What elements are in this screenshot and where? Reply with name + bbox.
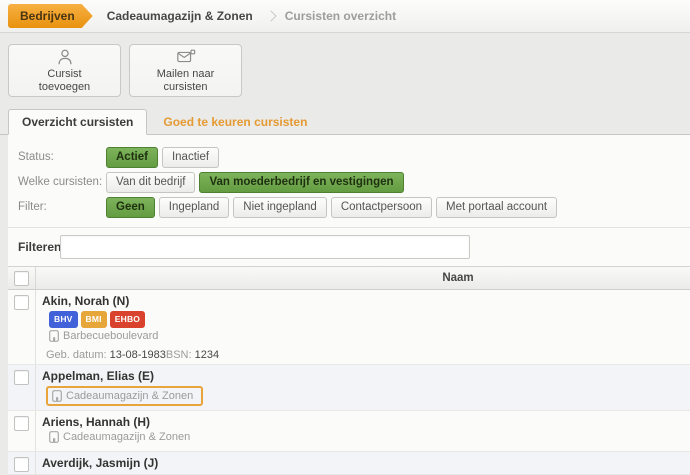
mail-cursisten-button[interactable]: Mailen naar cursisten xyxy=(129,44,242,97)
add-cursist-label: Cursist toevoegen xyxy=(23,68,107,94)
building-icon xyxy=(49,431,59,443)
mail-icon xyxy=(174,47,198,67)
filter-option[interactable]: Actief xyxy=(106,147,158,168)
filter-row: Status:ActiefInactief xyxy=(18,146,680,168)
person-icon xyxy=(54,47,76,67)
company-line: Cadeaumagazijn & Zonen xyxy=(46,386,203,406)
cursist-name: Averdijk, Jasmijn (J) xyxy=(42,456,682,471)
filter-option[interactable]: Van dit bedrijf xyxy=(106,172,195,193)
select-all-cell xyxy=(8,267,36,289)
row-checkbox[interactable] xyxy=(14,457,29,472)
tab-goed-te-keuren-cursisten[interactable]: Goed te keuren cursisten xyxy=(147,110,323,134)
company-name: Cadeaumagazijn & Zonen xyxy=(63,431,190,443)
detail-label: BSN: xyxy=(166,349,195,361)
chevron-right-icon xyxy=(265,10,276,21)
row-cell: Akin, Norah (N) BHVBMIEHBO Barbecuebouleva… xyxy=(36,290,690,364)
row-cell: Appelman, Elias (E) Cadeaumagazijn & Zone… xyxy=(36,365,690,410)
filter-label: Status: xyxy=(18,151,106,163)
filter-input[interactable] xyxy=(60,235,470,259)
building-icon xyxy=(49,330,59,342)
filter-label: Welke cursisten: xyxy=(18,176,106,188)
row-checkbox-cell xyxy=(8,365,36,410)
filter-option[interactable]: Ingepland xyxy=(159,197,230,218)
badge-list: BHVBMIEHBO xyxy=(49,311,682,328)
company-name: Barbecueboulevard xyxy=(63,330,158,342)
row-checkbox[interactable] xyxy=(14,416,29,431)
toolbar: Cursist toevoegen Mailen naar cursisten xyxy=(0,33,690,97)
breadcrumb-item-current: Cursisten overzicht xyxy=(285,9,396,23)
cursisten-list: Akin, Norah (N) BHVBMIEHBO Barbecuebouleva… xyxy=(8,290,690,475)
row-cell: Averdijk, Jasmijn (J) xyxy=(36,452,690,474)
detail-value: 1234 xyxy=(195,349,219,361)
tab-bar: Overzicht cursisten Goed te keuren cursi… xyxy=(0,111,690,135)
company-line: Cadeaumagazijn & Zonen xyxy=(49,431,190,443)
filter-row: Welke cursisten:Van dit bedrijfVan moede… xyxy=(18,171,680,193)
column-header-naam[interactable]: Naam xyxy=(36,267,690,289)
filter-section: Status:ActiefInactiefWelke cursisten:Van… xyxy=(8,135,690,227)
breadcrumb: Bedrijven Cadeaumagazijn & Zonen Cursist… xyxy=(0,0,690,33)
row-cell: Ariens, Hannah (H)Cadeaumagazijn & Zonen xyxy=(36,411,690,451)
cursist-name: Akin, Norah (N) xyxy=(42,294,682,309)
select-all-checkbox[interactable] xyxy=(14,271,29,286)
certificate-badge: BMI xyxy=(81,311,107,328)
table-row[interactable]: Appelman, Elias (E) Cadeaumagazijn & Zone… xyxy=(8,365,690,411)
table-row[interactable]: Ariens, Hannah (H)Cadeaumagazijn & Zonen xyxy=(8,411,690,452)
cursist-name: Appelman, Elias (E) xyxy=(42,369,682,384)
search-row: Filteren xyxy=(8,227,690,266)
table-row[interactable]: Averdijk, Jasmijn (J) xyxy=(8,452,690,475)
row-checkbox-cell xyxy=(8,290,36,364)
table-header: Naam xyxy=(8,266,690,290)
add-cursist-button[interactable]: Cursist toevoegen xyxy=(8,44,121,97)
filter-option[interactable]: Met portaal account xyxy=(436,197,557,218)
filter-row: Filter:GeenIngeplandNiet ingeplandContac… xyxy=(18,196,680,218)
certificate-badge: BHV xyxy=(49,311,78,328)
filter-option[interactable]: Geen xyxy=(106,197,155,218)
tab-overzicht-cursisten[interactable]: Overzicht cursisten xyxy=(8,109,147,135)
filter-label: Filter: xyxy=(18,201,106,213)
content-panel: Status:ActiefInactiefWelke cursisten:Van… xyxy=(8,135,690,475)
row-checkbox[interactable] xyxy=(14,295,29,310)
search-label: Filteren xyxy=(18,240,60,254)
detail-line: Geb. datum: 13-08-1983BSN: 1234 xyxy=(46,349,682,361)
detail-label: Geb. datum: xyxy=(46,349,110,361)
company-line: Barbecueboulevard xyxy=(49,330,158,342)
company-name: Cadeaumagazijn & Zonen xyxy=(66,390,193,402)
filter-option[interactable]: Inactief xyxy=(162,147,219,168)
row-checkbox-cell xyxy=(8,411,36,451)
filter-option[interactable]: Contactpersoon xyxy=(331,197,432,218)
table-row[interactable]: Akin, Norah (N) BHVBMIEHBO Barbecuebouleva… xyxy=(8,290,690,365)
detail-value: 13-08-1983 xyxy=(110,349,166,361)
building-icon xyxy=(52,390,62,402)
breadcrumb-item-company[interactable]: Cadeaumagazijn & Zonen xyxy=(107,9,253,23)
filter-option[interactable]: Van moederbedrijf en vestigingen xyxy=(199,172,403,193)
mail-cursisten-label: Mailen naar cursisten xyxy=(144,68,228,94)
breadcrumb-item-bedrijven[interactable]: Bedrijven xyxy=(8,4,93,28)
filter-option[interactable]: Niet ingepland xyxy=(233,197,327,218)
cursist-name: Ariens, Hannah (H) xyxy=(42,415,682,430)
row-checkbox-cell xyxy=(8,452,36,474)
row-checkbox[interactable] xyxy=(14,370,29,385)
certificate-badge: EHBO xyxy=(110,311,145,328)
